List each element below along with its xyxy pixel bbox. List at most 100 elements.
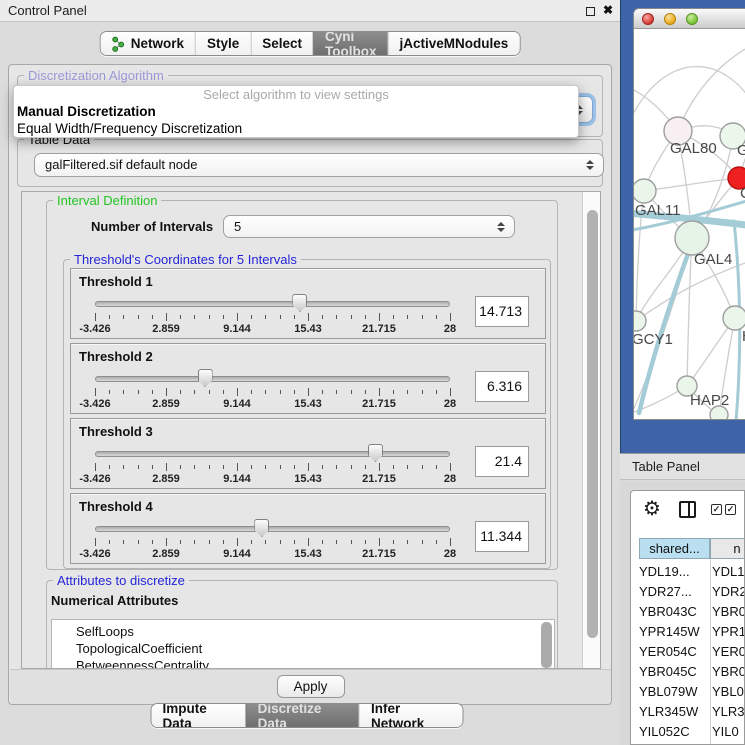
slider-track[interactable] <box>95 526 450 532</box>
tab-cyni-toolbox[interactable]: Cyni Toolbox <box>313 32 387 55</box>
tab-discretize-data[interactable]: Discretize Data <box>246 704 359 727</box>
threshold-slider[interactable]: -3.4262.8599.14415.4321.71528 <box>95 293 450 337</box>
tick-mark <box>407 540 408 544</box>
slider-scale-labels: -3.4262.8599.14415.4321.71528 <box>95 473 450 485</box>
tick-mark <box>407 465 408 469</box>
attributes-groupbox: Attributes to discretize Numerical Attri… <box>46 580 558 669</box>
threshold-slider[interactable]: -3.4262.8599.14415.4321.71528 <box>95 368 450 412</box>
tick-mark <box>152 390 153 394</box>
tick-mark <box>308 463 309 471</box>
threshold-value-field[interactable]: 11.344 <box>475 521 529 552</box>
tick-mark <box>393 465 394 469</box>
tab-network-label: Network <box>131 36 184 51</box>
tab-infer-network[interactable]: Infer Network <box>359 704 463 727</box>
tick-mark <box>365 315 366 319</box>
network-window-titlebar[interactable] <box>634 9 745 29</box>
cell-shared-name: YIL052C <box>639 722 710 742</box>
combo-arrows-icon <box>586 160 594 170</box>
network-edge[interactable] <box>644 178 739 191</box>
column-header-n[interactable]: n <box>710 538 745 559</box>
algorithm-option-equal-width-frequency-discretization[interactable]: Equal Width/Frequency Discretization <box>14 120 578 137</box>
threshold-value-field[interactable]: 21.4 <box>475 446 529 477</box>
node-label-gal11: GAL11 <box>635 202 681 219</box>
scale-label: 28 <box>444 473 456 485</box>
close-traffic-light-icon[interactable] <box>642 13 654 25</box>
table-panel-area: ⚙ ✓ ✓ shared...n YDL19...YDL1YDR27...YDR… <box>620 481 745 745</box>
tab-cyni-toolbox-label: Cyni Toolbox <box>325 31 376 56</box>
slider-thumb[interactable] <box>254 519 269 537</box>
tab-select[interactable]: Select <box>250 32 313 55</box>
node-label-gal4: GAL4 <box>694 251 732 268</box>
network-graph[interactable]: GAL80GACGAL11GAL4GCY1HHAP2 <box>634 29 745 420</box>
slider-thumb[interactable] <box>368 444 383 462</box>
tab-jactivemnodules[interactable]: jActiveMNodules <box>388 32 520 55</box>
attributes-group-title: Attributes to discretize <box>53 573 189 588</box>
slider-track[interactable] <box>95 376 450 382</box>
settings-scrollbar[interactable] <box>582 192 600 668</box>
network-node[interactable] <box>634 179 656 203</box>
tab-select-label: Select <box>262 36 302 51</box>
checkbox-icon[interactable]: ✓ <box>725 504 736 515</box>
cell-name: YER0 <box>712 642 745 662</box>
slider-track[interactable] <box>95 301 450 307</box>
threshold-value-field[interactable]: 14.713 <box>475 296 529 327</box>
zoom-traffic-light-icon[interactable] <box>686 13 698 25</box>
cyni-toolbox-panel: Discretization Algorithm Select algorith… <box>8 64 612 705</box>
algorithm-option-manual-discretization[interactable]: Manual Discretization <box>14 103 578 120</box>
tick-mark <box>322 465 323 469</box>
attribute-item-topologicalcoefficient[interactable]: TopologicalCoefficient <box>52 640 554 657</box>
node-label-hap2: HAP2 <box>690 392 729 409</box>
close-icon[interactable]: ✖ <box>603 3 613 17</box>
tick-mark <box>194 390 195 394</box>
numerical-attributes-list[interactable]: SelfLoopsTopologicalCoefficientBetweenne… <box>51 619 555 669</box>
scale-label: 2.859 <box>152 548 180 560</box>
cell-name: YBR0 <box>712 602 745 622</box>
slider-track[interactable] <box>95 451 450 457</box>
minimize-traffic-light-icon[interactable] <box>664 13 676 25</box>
apply-button[interactable]: Apply <box>277 675 345 698</box>
threshold-block-4: Threshold 4-3.4262.8599.14415.4321.71528… <box>70 493 546 564</box>
node-table: shared...n YDL19...YDL1YDR27...YDR2YBR04… <box>631 531 745 745</box>
tick-mark <box>237 538 238 546</box>
tab-impute-data[interactable]: Impute Data <box>152 704 246 727</box>
cell-name: YIL0 <box>712 722 745 742</box>
tick-mark <box>393 315 394 319</box>
number-of-intervals-spinner[interactable]: 5 <box>223 215 515 238</box>
desktop-background: GAL80GACGAL11GAL4GCY1HHAP2 <box>620 0 745 453</box>
network-node[interactable] <box>723 306 745 330</box>
threshold-slider[interactable]: -3.4262.8599.14415.4321.71528 <box>95 443 450 487</box>
attributes-list-scrollbar[interactable] <box>541 622 552 669</box>
gear-icon[interactable]: ⚙ <box>643 497 661 521</box>
tab-style[interactable]: Style <box>195 32 250 55</box>
threshold-slider[interactable]: -3.4262.8599.14415.4321.71528 <box>95 518 450 562</box>
tick-mark <box>336 465 337 469</box>
spinner-arrows-icon <box>497 222 505 232</box>
tick-mark <box>265 315 266 319</box>
node-label-gal80: GAL80 <box>670 140 717 157</box>
network-node[interactable] <box>634 311 646 331</box>
attribute-item-selfloops[interactable]: SelfLoops <box>52 623 554 640</box>
network-node[interactable] <box>675 221 709 255</box>
attribute-item-betweennesscentrality[interactable]: BetweennessCentrality <box>52 657 554 669</box>
network-edge[interactable] <box>634 67 745 124</box>
tick-mark <box>365 465 366 469</box>
tick-mark <box>450 313 451 321</box>
slider-thumb[interactable] <box>198 369 213 387</box>
tick-mark <box>209 540 210 544</box>
network-canvas[interactable]: GAL80GACGAL11GAL4GCY1HHAP2 <box>634 29 745 420</box>
checkbox-icon[interactable]: ✓ <box>711 504 722 515</box>
tick-mark <box>407 315 408 319</box>
threshold-value-field[interactable]: 6.316 <box>475 371 529 402</box>
slider-thumb[interactable] <box>292 294 307 312</box>
column-header-shared-[interactable]: shared... <box>639 538 710 559</box>
tick-mark <box>138 315 139 319</box>
table-data-combo[interactable]: galFiltered.sif default node <box>34 153 604 177</box>
node-label-c: C <box>740 185 745 202</box>
attributes-scrollbar-thumb[interactable] <box>541 622 552 668</box>
column-icon[interactable] <box>679 501 696 518</box>
network-edge[interactable] <box>678 43 745 131</box>
float-icon[interactable] <box>586 7 595 16</box>
settings-scrollbar-thumb[interactable] <box>587 210 598 638</box>
tab-network[interactable]: Network <box>101 32 195 55</box>
network-window[interactable]: GAL80GACGAL11GAL4GCY1HHAP2 <box>633 8 745 420</box>
